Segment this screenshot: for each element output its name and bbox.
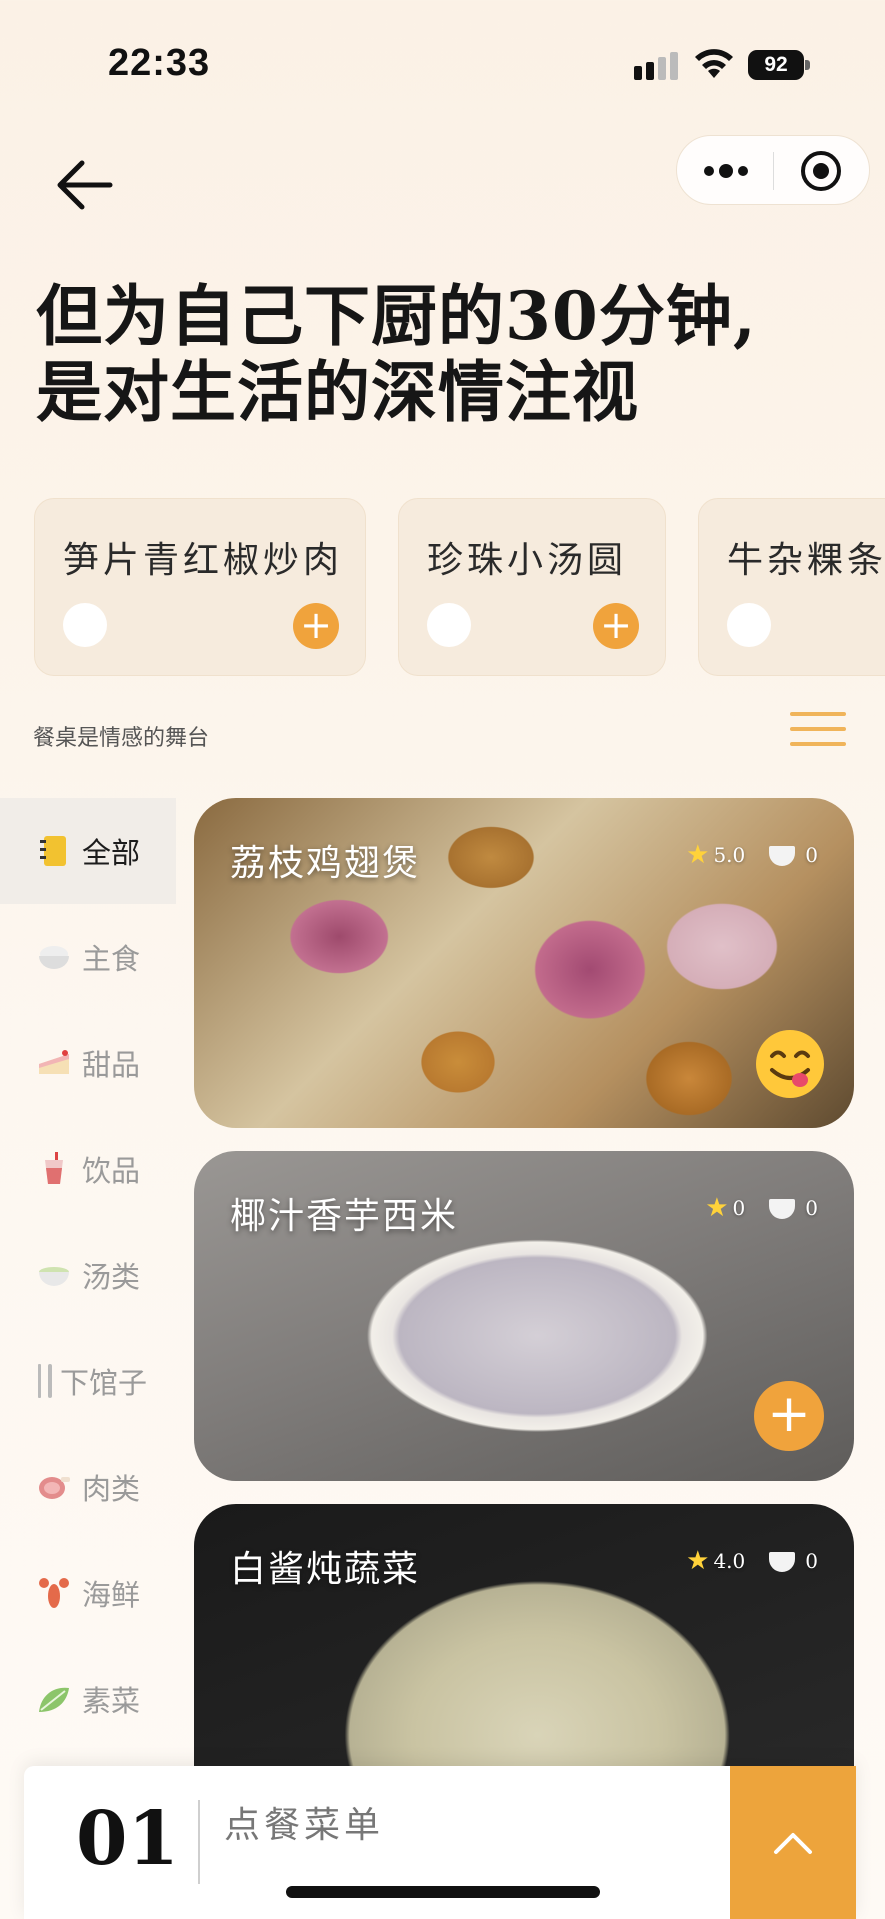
- order-count: 01: [76, 1796, 179, 1882]
- bowl-icon: [769, 1199, 796, 1219]
- recommend-card-name: 牛杂粿条: [727, 540, 885, 581]
- yummy-face-icon[interactable]: [754, 1028, 826, 1100]
- dish-card[interactable]: 椰汁香芋西米 ★ 0 0 +: [194, 1151, 854, 1481]
- home-indicator: [286, 1886, 600, 1898]
- dish-order-count: 0: [805, 1549, 818, 1573]
- bowl-icon: [769, 1552, 796, 1572]
- star-icon: ★: [705, 1193, 729, 1223]
- recommend-card-name: 珍珠小汤圆: [427, 540, 628, 581]
- dish-title: 荔枝鸡翅煲: [230, 843, 421, 884]
- category-label: 下馆子: [60, 1366, 148, 1400]
- soup-icon: [36, 1257, 72, 1293]
- headline-line-2: 是对生活的深情注视: [36, 353, 639, 431]
- dish-title: 椰汁香芋西米: [230, 1196, 459, 1237]
- dish-title: 白酱炖蔬菜: [230, 1549, 421, 1590]
- lobster-icon: [36, 1575, 72, 1611]
- category-label: 汤类: [82, 1260, 141, 1294]
- mini-program-capsule: [676, 135, 870, 205]
- fork-knife-icon: [36, 1363, 56, 1399]
- recommend-card-thumb: [63, 603, 107, 647]
- add-icon[interactable]: +: [293, 603, 339, 649]
- category-label: 海鲜: [82, 1578, 141, 1612]
- dish-order-count: 0: [805, 1196, 818, 1220]
- category-label: 全部: [82, 836, 141, 870]
- close-miniprogram-icon[interactable]: [799, 149, 843, 193]
- add-icon[interactable]: +: [593, 603, 639, 649]
- notebook-icon: [36, 833, 72, 869]
- recommend-card[interactable]: 珍珠小汤圆 +: [398, 498, 666, 676]
- category-item-vegetable[interactable]: 素菜: [0, 1646, 176, 1752]
- dish-order-count: 0: [805, 843, 818, 867]
- category-item-soup[interactable]: 汤类: [0, 1222, 176, 1328]
- dish-card[interactable]: 荔枝鸡翅煲 ★ 5.0 0: [194, 798, 854, 1128]
- meat-icon: [36, 1469, 72, 1505]
- menu-icon[interactable]: [790, 712, 846, 748]
- add-to-order-button[interactable]: +: [754, 1381, 824, 1451]
- expand-order-button[interactable]: [730, 1766, 856, 1919]
- category-item-seafood[interactable]: 海鲜: [0, 1540, 176, 1646]
- dish-rating: 0: [732, 1196, 746, 1220]
- category-label: 饮品: [82, 1154, 141, 1188]
- recommend-card[interactable]: 牛杂粿条: [698, 498, 885, 676]
- dish-rating: 4.0: [713, 1549, 746, 1573]
- dish-meta: ★ 0 0: [705, 1193, 818, 1223]
- headline-line-1: 但为自己下厨的30分钟,: [36, 277, 757, 355]
- more-options-icon[interactable]: [701, 156, 751, 186]
- cellular-signal-icon: [634, 52, 678, 80]
- recommend-card-thumb: [727, 603, 771, 647]
- category-item-dessert[interactable]: 甜品: [0, 1010, 176, 1116]
- page-headline: 但为自己下厨的30分钟, 是对生活的深情注视: [36, 278, 757, 430]
- category-label: 主食: [82, 942, 141, 976]
- cake-icon: [36, 1045, 72, 1081]
- star-icon: ★: [686, 840, 710, 870]
- status-time: 22:33: [108, 42, 211, 84]
- dish-meta: ★ 4.0 0: [686, 1546, 818, 1576]
- order-menu-label: 点餐菜单: [224, 1805, 385, 1846]
- category-item-all[interactable]: 全部: [0, 798, 176, 904]
- drink-icon: [36, 1151, 72, 1187]
- recommend-card-thumb: [427, 603, 471, 647]
- dish-rating: 5.0: [713, 843, 746, 867]
- star-icon: ★: [686, 1546, 710, 1576]
- leafy-green-icon: [36, 1681, 72, 1717]
- battery-indicator: 92: [748, 50, 810, 80]
- rice-bowl-icon: [36, 939, 72, 975]
- category-label: 肉类: [82, 1472, 141, 1506]
- category-label: 素菜: [82, 1684, 141, 1718]
- back-arrow-icon[interactable]: [52, 155, 116, 215]
- recommend-card-name: 笋片青红椒炒肉: [63, 540, 344, 581]
- category-item-meat[interactable]: 肉类: [0, 1434, 176, 1540]
- dish-meta: ★ 5.0 0: [686, 840, 818, 870]
- section-subtitle: 餐桌是情感的舞台: [33, 726, 210, 751]
- recommend-card[interactable]: 笋片青红椒炒肉 +: [34, 498, 366, 676]
- chevron-up-icon: [774, 1833, 812, 1854]
- wifi-icon: [695, 49, 733, 78]
- category-label: 甜品: [82, 1048, 141, 1082]
- category-item-dine-out[interactable]: 下馆子: [0, 1328, 176, 1434]
- category-item-drinks[interactable]: 饮品: [0, 1116, 176, 1222]
- category-sidebar: 全部 主食 甜品 饮品 汤类 下馆子 肉类 海鲜 素菜: [0, 798, 176, 1752]
- battery-level: 92: [748, 50, 804, 80]
- bowl-icon: [769, 846, 796, 866]
- category-item-staple[interactable]: 主食: [0, 904, 176, 1010]
